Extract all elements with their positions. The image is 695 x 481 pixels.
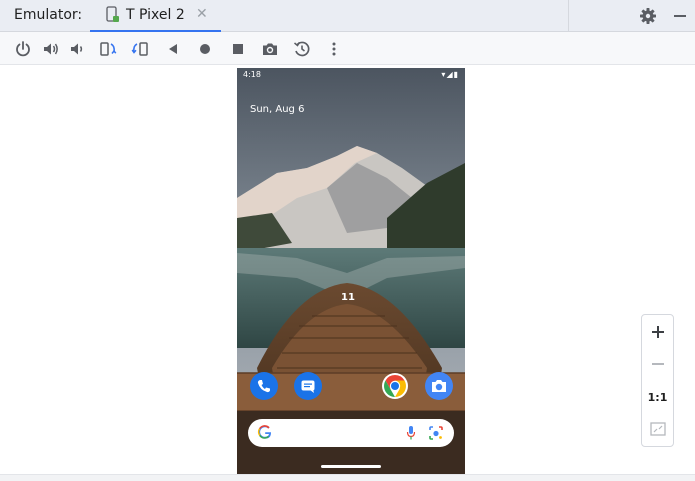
rotate-left-button[interactable] [97,38,119,60]
emulator-toolbar [0,32,695,65]
phone-app-icon[interactable] [250,372,278,400]
messages-app-icon[interactable] [294,372,322,400]
zoom-out-icon [651,363,664,365]
messages-icon [301,380,315,393]
back-button[interactable] [162,38,184,60]
screenshot-icon [263,43,277,55]
settings-button[interactable] [637,5,659,27]
status-time: 4:18 [243,70,261,79]
tab-pixel-2[interactable]: T Pixel 2 ✕ [90,0,221,33]
volume-down-icon [71,43,83,55]
status-bar: 4:18 ▾◢▮ [237,68,465,82]
zoom-out-button[interactable] [642,349,673,379]
volume-up-button[interactable] [40,38,62,60]
gesture-nav-handle[interactable] [321,465,381,468]
home-clock: 11 [341,292,355,303]
overview-icon [233,44,243,54]
camera-icon [432,380,446,392]
zoom-in-button[interactable] [642,317,673,347]
zoom-in-icon [651,326,664,338]
snapshot-button[interactable] [291,38,313,60]
gear-icon [640,8,656,24]
microphone-icon[interactable] [406,425,416,441]
tool-window-title: Emulator: [14,7,83,23]
rotate-right-icon [131,42,148,56]
rotate-left-icon [100,42,117,56]
more-icon [332,42,336,56]
camera-app-icon[interactable] [425,372,453,400]
status-icons: ▾◢▮ [441,70,459,79]
power-icon [16,41,30,57]
wallpaper-image [237,68,465,474]
tool-window-header: Emulator: T Pixel 2 ✕ [0,0,695,33]
header-divider [568,0,569,32]
fit-screen-icon [649,422,666,436]
device-icon [106,6,119,22]
back-icon [169,44,177,54]
close-tab-icon[interactable]: ✕ [196,6,208,22]
power-button[interactable] [12,38,34,60]
home-button[interactable] [194,38,216,60]
volume-down-button[interactable] [66,38,88,60]
google-lens-icon[interactable] [428,425,444,441]
chrome-icon [382,373,408,399]
actual-size-label: 1:1 [647,390,668,404]
zoom-controls: 1:1 [641,314,674,447]
device-screen[interactable]: 4:18 ▾◢▮ Sun, Aug 6 11 [237,68,465,474]
fit-screen-button[interactable] [642,414,673,444]
phone-icon [257,380,270,393]
home-date: Sun, Aug 6 [250,104,305,115]
tab-label: T Pixel 2 [126,7,185,23]
minimize-button[interactable] [669,5,691,27]
overview-button[interactable] [227,38,249,60]
google-search-bar[interactable] [248,419,454,447]
bottom-status-strip [0,474,695,481]
screenshot-button[interactable] [259,38,281,60]
minimize-icon [674,15,686,17]
actual-size-button[interactable]: 1:1 [642,382,673,412]
volume-up-icon [44,43,58,55]
snapshot-icon [294,41,310,57]
rotate-right-button[interactable] [129,38,151,60]
home-icon [200,44,210,54]
more-options-button[interactable] [323,38,345,60]
chrome-app-icon[interactable] [381,372,409,400]
google-logo-icon [257,425,272,439]
